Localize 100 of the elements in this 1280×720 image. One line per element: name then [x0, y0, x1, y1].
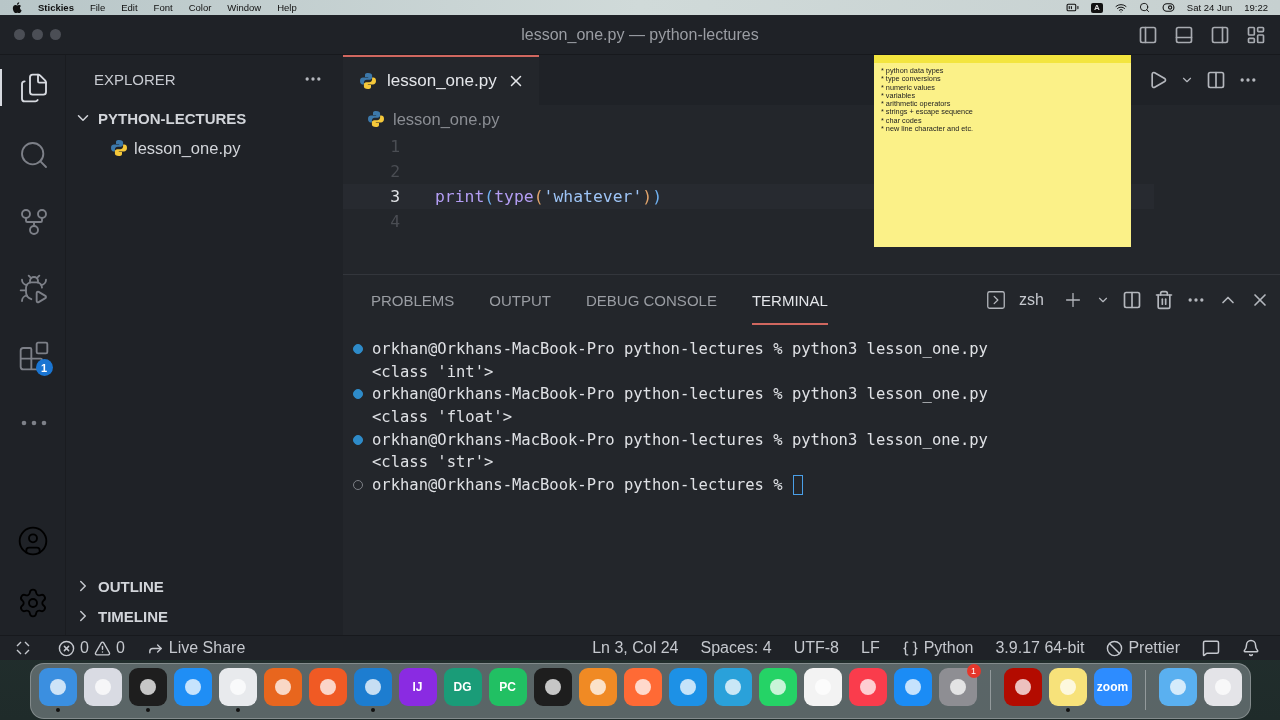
app-icon[interactable] [848, 668, 887, 706]
file-row[interactable]: lesson_one.py [66, 133, 343, 163]
app-icon[interactable] [83, 668, 122, 706]
live-share-label: Live Share [168, 639, 246, 657]
status-item[interactable]: LF [861, 639, 880, 657]
language-label: Python [923, 639, 974, 657]
menu-item[interactable]: Color [188, 2, 212, 13]
app-icon[interactable] [1158, 668, 1197, 706]
app-icon[interactable] [713, 668, 752, 706]
terminal-output: <class 'str'> [372, 453, 494, 472]
panel-tab[interactable]: PROBLEMS [371, 275, 455, 325]
terminal-icon [985, 289, 1008, 311]
editor-tab[interactable]: lesson_one.py [343, 55, 539, 105]
apple-icon[interactable] [12, 2, 22, 13]
app-icon[interactable] [533, 668, 572, 706]
app-icon[interactable] [128, 668, 167, 706]
app-icon[interactable] [893, 668, 932, 706]
sidebar-title: EXPLORER [94, 70, 176, 88]
layout-icon[interactable] [1246, 24, 1266, 45]
window-title: lesson_one.py — python-lectures [521, 25, 759, 44]
terminal-command: orkhan@Orkhans-MacBook-Pro python-lectures % python3 lesson_one.py [372, 385, 988, 404]
bell-icon[interactable] [1242, 639, 1260, 657]
menu-item[interactable]: Font [153, 2, 173, 13]
control-center-icon[interactable] [1161, 1, 1175, 14]
app-icon[interactable] [263, 668, 302, 706]
app-icon[interactable] [1048, 668, 1087, 706]
panel-tab[interactable]: DEBUG CONSOLE [586, 275, 717, 325]
more-icon [20, 419, 47, 426]
language-mode[interactable]: Python [901, 639, 974, 657]
date: Sat 24 Jun [1186, 2, 1233, 13]
remote-icon [16, 641, 30, 655]
menu-item[interactable]: Window [227, 2, 262, 13]
app-icon[interactable]: IJ [398, 668, 437, 706]
warning-count: 0 [115, 639, 125, 657]
app-icon[interactable] [1203, 668, 1242, 706]
line-number: 3 [389, 187, 400, 206]
section-header[interactable]: OUTLINE [66, 571, 343, 601]
sidebar-toggle-icon[interactable] [1138, 24, 1158, 45]
app-icon[interactable] [803, 668, 842, 706]
terminal-command: orkhan@Orkhans-MacBook-Pro python-lectures % [372, 475, 783, 494]
app-icon[interactable] [353, 668, 392, 706]
folder-row[interactable]: PYTHON-LECTURES [66, 103, 343, 133]
app-icon[interactable] [938, 668, 977, 706]
problems-status[interactable]: 0 0 [58, 639, 125, 657]
secondary-sidebar-icon[interactable] [1210, 24, 1230, 45]
section-title: TIMELINE [98, 607, 168, 625]
command-status-dot[interactable] [353, 344, 363, 355]
python-icon [359, 72, 377, 90]
prettier-status[interactable]: Prettier [1106, 639, 1180, 657]
terminal-command: orkhan@Orkhans-MacBook-Pro python-lectures % python3 lesson_one.py [372, 430, 988, 449]
command-status-dot[interactable] [353, 389, 363, 400]
wifi-icon[interactable] [1114, 1, 1127, 14]
trash-icon[interactable] [1154, 290, 1174, 310]
app-icon[interactable] [173, 668, 212, 706]
app-icon[interactable] [668, 668, 707, 706]
status-item[interactable]: Ln 3, Col 24 [592, 639, 679, 657]
run-icon[interactable] [1148, 70, 1168, 90]
split-terminal-icon[interactable] [1122, 290, 1142, 310]
braces-icon [901, 639, 919, 657]
menu-item[interactable]: Help [277, 2, 297, 13]
prettier-label: Prettier [1128, 639, 1180, 657]
menu-item[interactable]: File [89, 2, 106, 13]
battery-icon[interactable] [1066, 1, 1079, 14]
app-menu[interactable]: Stickies [38, 2, 74, 13]
shell-name[interactable]: zsh [1019, 291, 1044, 309]
error-count: 0 [80, 639, 89, 657]
terminal-output: <class 'int'> [372, 362, 494, 381]
interpreter-version[interactable]: 3.9.17 64-bit [995, 639, 1085, 657]
app-icon[interactable] [758, 668, 797, 706]
app-icon[interactable] [308, 668, 347, 706]
search-icon[interactable] [1138, 2, 1150, 13]
app-icon[interactable] [1003, 668, 1042, 706]
split-editor-icon[interactable] [1206, 70, 1226, 90]
status-item[interactable]: UTF-8 [793, 639, 839, 657]
feedback-icon[interactable] [1202, 639, 1220, 657]
folder-name: PYTHON-LECTURES [98, 109, 247, 127]
menu-item[interactable]: Edit [121, 2, 138, 13]
blocks-icon [17, 339, 50, 372]
panel-tab[interactable]: TERMINAL [751, 275, 828, 325]
count-badge: 1 [35, 359, 53, 376]
activity-button[interactable]: 1 [0, 337, 66, 374]
app-icon[interactable] [578, 668, 617, 706]
error-icon [58, 639, 75, 657]
python-icon [367, 110, 385, 128]
section-header[interactable]: TIMELINE [66, 601, 343, 631]
app-icon[interactable] [623, 668, 662, 706]
clock: 19:22 [1244, 2, 1268, 13]
input-source-indicator[interactable]: A [1091, 2, 1103, 13]
panel-tab[interactable]: OUTPUT [489, 275, 552, 325]
live-share-button[interactable]: Live Share [146, 639, 246, 657]
app-icon[interactable] [218, 668, 257, 706]
panel-toggle-icon[interactable] [1174, 24, 1194, 45]
command-status-dot[interactable] [353, 434, 363, 445]
app-icon[interactable] [38, 668, 77, 706]
breadcrumb[interactable]: lesson_one.py [393, 109, 500, 129]
code-line: print(type('whatever')) [435, 187, 662, 206]
status-item[interactable]: Spaces: 4 [700, 639, 772, 657]
play-bug-icon [17, 272, 50, 305]
terminal-output: <class 'float'> [372, 408, 512, 427]
python-icon [110, 139, 128, 157]
